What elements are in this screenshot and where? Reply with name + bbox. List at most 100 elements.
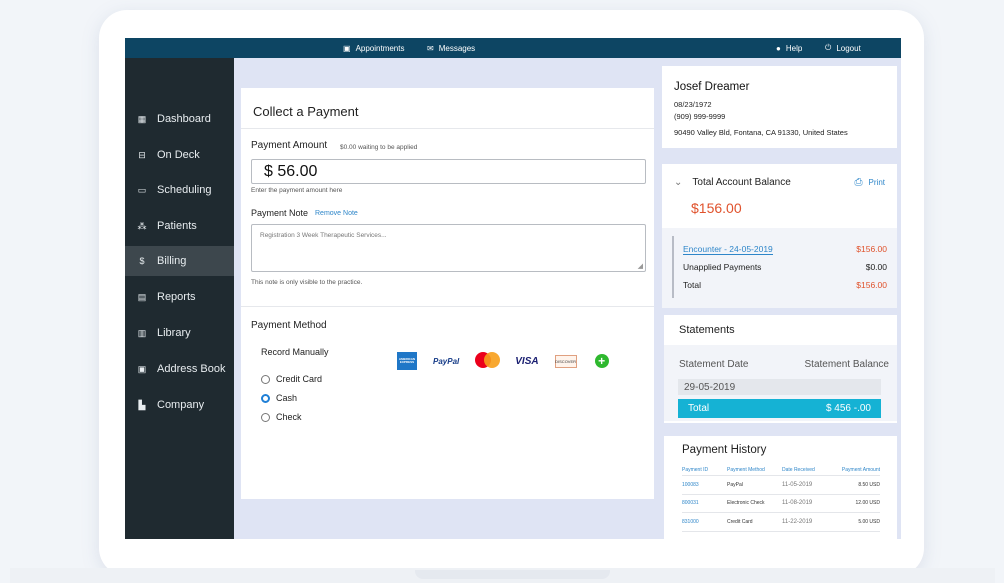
payment-note-textarea[interactable]: Registration 3 Week Therapeutic Services… — [251, 224, 646, 272]
sidebar: ▦ Dashboard ⊟ On Deck ▭ Scheduling ⁂ Pat… — [125, 58, 234, 539]
statement-date-header: Statement Date — [679, 359, 749, 370]
amex-logo-icon: AMERICAN EXPRESS — [397, 352, 417, 370]
card-brand-row: AMERICAN EXPRESS PayPal VISA DISCOVER + — [397, 352, 609, 370]
sidebar-item-reports[interactable]: ▤ Reports — [125, 282, 234, 312]
payment-amount: 8.50 USD — [858, 481, 880, 488]
table-row[interactable]: 100083 PayPal 11-05-2019 8.50 USD — [682, 476, 880, 495]
patients-icon: ⁂ — [137, 220, 147, 231]
printer-icon: ⎙ — [854, 177, 863, 188]
logout-icon: ⏻ — [825, 43, 832, 52]
sidebar-item-label: Reports — [157, 291, 196, 303]
statement-total-label: Total — [688, 403, 710, 414]
logout-link[interactable]: ⏻ Logout — [825, 38, 861, 58]
add-card-icon[interactable]: + — [594, 354, 609, 368]
header-payment-amount: Payment Amount — [841, 466, 880, 473]
resize-handle-icon[interactable]: ◢ — [638, 262, 643, 270]
payment-amount-label: Payment Amount — [251, 140, 328, 151]
appointments-link[interactable]: ▣ Appointments — [343, 38, 404, 58]
record-manually-label: Record Manually — [261, 347, 329, 357]
sidebar-item-company[interactable]: ▙ Company — [125, 390, 234, 420]
radio-button[interactable] — [261, 412, 270, 422]
sidebar-item-billing[interactable]: $ Billing — [125, 246, 234, 276]
sidebar-item-scheduling[interactable]: ▭ Scheduling — [125, 175, 234, 205]
unapplied-label: Unapplied Payments — [683, 262, 762, 272]
panel-title: Collect a Payment — [253, 104, 359, 119]
payment-amount-input[interactable]: $ 56.00 — [251, 159, 646, 184]
top-bar: ▣ Appointments ✉ Messages ● Help ⏻ Logou… — [125, 38, 901, 58]
sidebar-item-label: Library — [157, 327, 191, 339]
print-button[interactable]: ⎙ Print — [855, 177, 885, 188]
patient-phone: (909) 999-9999 — [674, 112, 726, 121]
payment-id-link[interactable]: 831000 — [682, 519, 727, 525]
sidebar-item-dashboard[interactable]: ▦ Dashboard — [125, 104, 234, 134]
patient-card: Josef Dreamer 08/23/1972 (909) 999-9999 … — [662, 66, 897, 148]
statement-total-row: Total $ 456 -.00 — [678, 399, 881, 418]
patient-name: Josef Dreamer — [674, 81, 750, 93]
payment-note-help: This note is only visible to the practic… — [251, 279, 363, 286]
chevron-down-icon[interactable]: ⌄ — [674, 177, 682, 188]
sidebar-item-on-deck[interactable]: ⊟ On Deck — [125, 140, 234, 170]
date-received: 11-22-2019 — [782, 518, 813, 525]
statements-header: Statement Date Statement Balance — [679, 359, 889, 370]
address-book-icon: ▣ — [137, 363, 147, 374]
payment-note-placeholder: Registration 3 Week Therapeutic Services… — [260, 232, 387, 239]
patient-dob: 08/23/1972 — [674, 100, 712, 109]
radio-button[interactable] — [261, 374, 270, 384]
payment-amount: 12.00 USD — [855, 500, 880, 507]
method-credit-card-option[interactable]: Credit Card — [261, 374, 322, 384]
patient-address: 90490 Valley Bld, Fontana, CA 91330, Uni… — [674, 128, 848, 137]
collect-payment-panel: Collect a Payment Payment Amount $0.00 w… — [241, 88, 654, 499]
dollar-icon: $ — [139, 256, 145, 266]
balance-amount: $156.00 — [691, 200, 742, 216]
calendar-icon: ▭ — [137, 184, 147, 195]
sidebar-item-label: Billing — [157, 255, 187, 267]
help-link[interactable]: ● Help — [776, 38, 802, 58]
mastercard-logo-icon — [475, 352, 501, 370]
payment-amount: 5.00 USD — [858, 518, 880, 525]
sidebar-item-address-book[interactable]: ▣ Address Book — [125, 354, 234, 384]
encounter-link[interactable]: Encounter - 24-05-2019 — [683, 244, 773, 255]
sidebar-item-library[interactable]: ▥ Library — [125, 318, 234, 348]
balance-header[interactable]: ⌄ Total Account Balance — [674, 177, 791, 188]
table-row[interactable]: 831000 Credit Card 11-22-2019 5.00 USD — [682, 513, 880, 532]
print-label: Print — [868, 178, 885, 187]
date-received: 11-05-2019 — [782, 481, 813, 488]
payment-id-link[interactable]: 100083 — [682, 482, 727, 488]
payment-note-label: Payment Note — [251, 208, 309, 218]
method-check-option[interactable]: Check — [261, 412, 302, 422]
sidebar-item-label: Scheduling — [157, 184, 212, 196]
payment-amount-help: Enter the payment amount here — [251, 187, 343, 194]
statement-balance-header: Statement Balance — [804, 359, 890, 370]
help-icon: ● — [776, 43, 781, 53]
statements-table: Statement Date Statement Balance 29-05-2… — [664, 345, 897, 421]
statement-date: 29-05-2019 — [684, 381, 736, 393]
reports-icon: ▤ — [137, 291, 147, 302]
header-payment-method: Payment Method — [727, 466, 765, 473]
paypal-logo-icon: PayPal — [433, 356, 460, 366]
on-deck-icon: ⊟ — [138, 149, 146, 160]
radio-button-selected[interactable] — [261, 393, 270, 403]
payment-history-title: Payment History — [682, 444, 767, 456]
header-payment-id: Payment ID — [682, 466, 709, 473]
table-row[interactable]: 800031 Electronic Check 11-08-2019 12.00… — [682, 495, 880, 513]
encounter-row: Encounter - 24-05-2019 $156.00 — [683, 244, 887, 255]
divider — [241, 128, 654, 129]
statement-row[interactable]: 29-05-2019 — [678, 379, 881, 395]
method-label: Cash — [276, 393, 298, 403]
visa-logo-icon: VISA — [515, 355, 539, 367]
dashboard-icon: ▦ — [137, 113, 147, 124]
messages-link[interactable]: ✉ Messages — [427, 38, 475, 58]
method-cash-option[interactable]: Cash — [261, 393, 297, 403]
payment-history-card: Payment History Payment ID Payment Metho… — [664, 436, 897, 539]
payment-method: Credit Card — [727, 518, 753, 525]
unapplied-row: Unapplied Payments $0.00 — [683, 262, 887, 272]
calendar-icon: ▣ — [343, 43, 351, 53]
balance-title: Total Account Balance — [692, 177, 791, 188]
remove-note-link[interactable]: Remove Note — [315, 210, 358, 217]
header-date-received: Date Received — [782, 466, 815, 473]
payment-method-title: Payment Method — [251, 320, 327, 331]
table-header: Payment ID Payment Method Date Received … — [682, 464, 880, 476]
payment-id-link[interactable]: 800031 — [682, 500, 727, 506]
help-label: Help — [785, 43, 803, 53]
sidebar-item-patients[interactable]: ⁂ Patients — [125, 211, 234, 241]
